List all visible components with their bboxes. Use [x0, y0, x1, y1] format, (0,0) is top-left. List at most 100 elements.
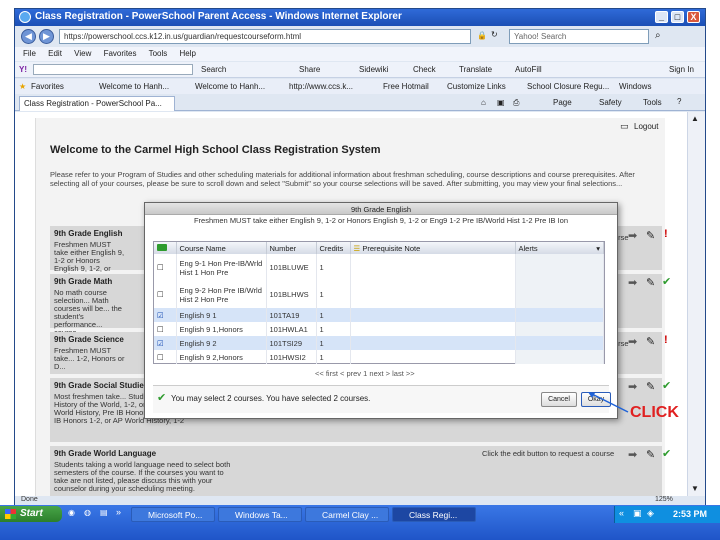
menu-edit[interactable]: Edit	[48, 49, 62, 58]
taskbar-item-carmel-clay[interactable]: Carmel Clay ...	[305, 507, 389, 522]
fav-link[interactable]: Customize Links	[447, 82, 506, 91]
safety-menu[interactable]: Safety	[599, 98, 622, 107]
table-row[interactable]: ☐ English 9 2,Honors 101HWSI2 1	[154, 350, 604, 364]
col-number[interactable]: Number	[266, 242, 317, 254]
row-checkbox[interactable]: ☐	[154, 322, 177, 336]
menu-favorites[interactable]: Favorites	[104, 49, 137, 58]
table-row[interactable]: ☐ Eng 9-2 Hon Pre IB/Wrld Hist 2 Hon Pre…	[154, 281, 604, 308]
row-checkbox[interactable]: ☐	[154, 281, 177, 308]
start-button[interactable]: Start	[0, 506, 62, 522]
edit-icon[interactable]: ✎	[646, 448, 655, 461]
row-checkbox-checked[interactable]: ☑	[154, 308, 177, 322]
select-all-checkbox[interactable]	[154, 242, 177, 254]
scroll-down-icon[interactable]: ▼	[691, 484, 699, 493]
toolbar-search-field[interactable]	[33, 64, 193, 75]
tab-class-registration[interactable]: Class Registration - PowerSchool Pa...	[19, 96, 175, 111]
table-row[interactable]: ☐ Eng 9-1 Hon Pre-IB/Wrld Hist 1 Hon Pre…	[154, 254, 604, 281]
edit-icon[interactable]: ✎	[646, 276, 655, 289]
menu-tools[interactable]: Tools	[149, 49, 168, 58]
cancel-button[interactable]: Cancel	[541, 392, 577, 407]
feeds-icon[interactable]: ▣	[497, 98, 505, 107]
annotation-arrow	[588, 392, 629, 413]
back-icon[interactable]: ◀	[21, 29, 36, 44]
course-name: English 9 1,Honors	[176, 322, 267, 336]
table-row[interactable]: ☑ English 9 1 101TA19 1	[154, 308, 604, 322]
toolbar-search-button[interactable]: Search	[201, 65, 226, 74]
fav-link[interactable]: Windows	[619, 82, 651, 91]
row-checkbox-checked[interactable]: ☑	[154, 336, 177, 350]
vertical-scrollbar[interactable]: ▲ ▼	[687, 112, 705, 496]
col-prerequisite-note[interactable]: ☰ Prerequisite Note	[350, 242, 516, 254]
quicklaunch-show-desktop-icon[interactable]: ▤	[100, 508, 108, 517]
search-input[interactable]: Yahoo! Search	[509, 29, 649, 44]
favorites-button[interactable]: Favorites	[31, 82, 64, 91]
close-button[interactable]: X	[687, 11, 700, 23]
course-selection-dialog: 9th Grade English Freshmen MUST take eit…	[144, 202, 618, 419]
home-icon[interactable]: ⌂	[481, 98, 486, 107]
share-button[interactable]: Share	[299, 65, 320, 74]
fav-link[interactable]: Welcome to Hanh...	[99, 82, 169, 91]
fav-link[interactable]: Welcome to Hanh...	[195, 82, 265, 91]
autofill-button[interactable]: AutoFill	[515, 65, 542, 74]
edit-icon[interactable]: ✎	[646, 335, 655, 348]
row-checkbox[interactable]: ☐	[154, 254, 177, 281]
course-credits: 1	[316, 254, 351, 281]
prereq-note	[350, 281, 516, 308]
overflow-chevron-icon[interactable]: »	[116, 507, 121, 517]
fav-link[interactable]: School Closure Regu...	[527, 82, 609, 91]
menu-file[interactable]: File	[23, 49, 36, 58]
menu-view[interactable]: View	[74, 49, 91, 58]
quicklaunch-ie-icon[interactable]: ◉	[68, 508, 75, 517]
scroll-up-icon[interactable]: ▲	[691, 114, 699, 123]
table-row[interactable]: ☐ English 9 1,Honors 101HWLA1 1	[154, 322, 604, 336]
logout-link[interactable]: Logout	[634, 122, 658, 131]
table-row[interactable]: ☑ English 9 2 101TSI29 1	[154, 336, 604, 350]
url-field[interactable]: https://powerschool.ccs.k12.in.us/guardi…	[59, 29, 471, 44]
col-alerts[interactable]: Alerts ▾	[515, 242, 604, 254]
page-menu[interactable]: Page	[553, 98, 572, 107]
network-icon[interactable]: ▣	[633, 508, 642, 519]
zoom-level[interactable]: 125%	[655, 496, 673, 503]
prereq-note	[350, 336, 516, 350]
row-checkbox[interactable]: ☐	[154, 350, 177, 364]
col-alerts-label: Alerts	[518, 243, 538, 253]
dialog-footer: ✔ You may select 2 courses. You have sel…	[153, 385, 611, 413]
alert-cell	[515, 254, 604, 281]
tab-row: Class Registration - PowerSchool Pa... ⌂…	[15, 95, 705, 111]
course-number: 101HWLA1	[266, 322, 317, 336]
prereq-note	[350, 322, 516, 336]
sign-in-button[interactable]: Sign In	[669, 65, 694, 74]
pager[interactable]: << first < prev 1 next > last >>	[315, 369, 415, 378]
col-credits[interactable]: Credits	[316, 242, 351, 254]
translate-button[interactable]: Translate	[459, 65, 492, 74]
search-icon[interactable]: ⌕	[655, 30, 661, 41]
favorites-star-icon: ★	[19, 82, 27, 91]
check-button[interactable]: Check	[413, 65, 436, 74]
col-course-name[interactable]: Course Name	[176, 242, 267, 254]
maximize-button[interactable]: □	[671, 11, 684, 23]
taskbar-item-powerpoint[interactable]: Microsoft Po...	[131, 507, 215, 522]
taskbar-item-class-registration[interactable]: Class Regi...	[392, 507, 476, 522]
quicklaunch-firefox-icon[interactable]: ◍	[84, 508, 91, 517]
volume-icon[interactable]: ◈	[647, 508, 654, 519]
status-text: Done	[21, 496, 38, 503]
edit-icon[interactable]: ✎	[646, 380, 655, 393]
help-icon[interactable]: ?	[677, 97, 681, 106]
print-icon[interactable]: ⎙	[513, 98, 519, 108]
fav-link[interactable]: http://www.ccs.k...	[289, 82, 353, 91]
windows-flag-icon	[5, 509, 16, 519]
taskbar-item-windows-task[interactable]: Windows Ta...	[218, 507, 302, 522]
fav-link[interactable]: Free Hotmail	[383, 82, 429, 91]
sidewiki-button[interactable]: Sidewiki	[359, 65, 388, 74]
sort-chevron-icon: ▾	[596, 243, 600, 253]
tray-expand-icon[interactable]: «	[619, 508, 624, 518]
clock[interactable]: 2:53 PM	[673, 509, 707, 519]
forward-icon[interactable]: ▶	[39, 29, 54, 44]
course-number: 101BLUWE	[266, 254, 317, 281]
menu-help[interactable]: Help	[180, 49, 196, 58]
tools-menu[interactable]: Tools	[643, 98, 662, 107]
edit-icon[interactable]: ✎	[646, 229, 655, 242]
refresh-icon[interactable]: ↻	[491, 30, 498, 39]
minimize-button[interactable]: _	[655, 11, 668, 23]
click-annotation: CLICK	[630, 404, 679, 421]
